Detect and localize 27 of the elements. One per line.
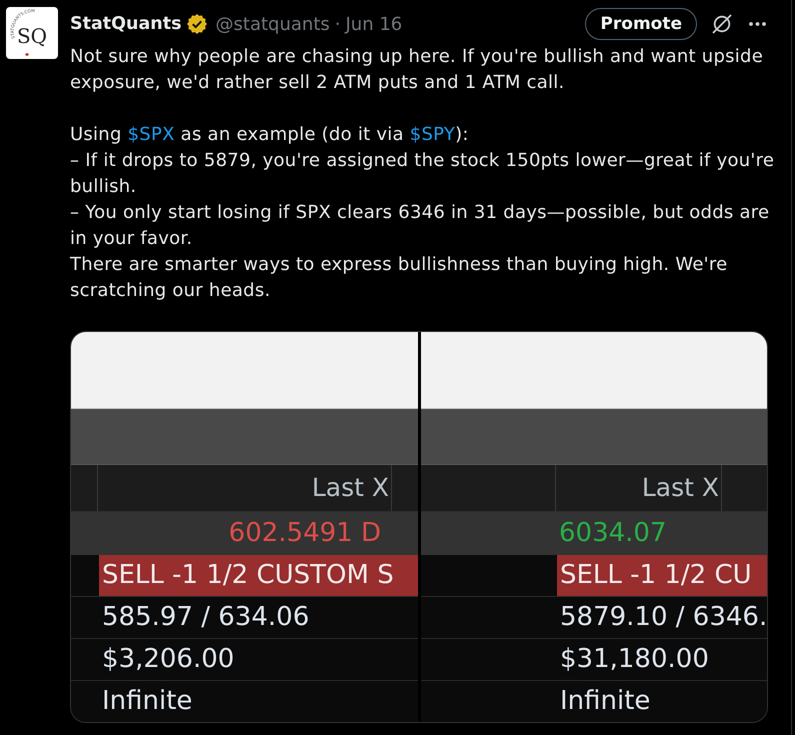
post-text: Not sure why people are chasing up here. If you're bullish and want upside exposure, we'd rather sell 2 ATM puts and 1 ATM call.	[70, 45, 764, 95]
separator-dot: ·	[334, 14, 340, 34]
post-text: – You only start losing if SPX clears 6346 in 31 days—possible, but odds are in your favor.	[70, 201, 770, 251]
table-cell-text: 5879.10 / 6346.	[559, 601, 767, 634]
column-header: Last X	[555, 465, 722, 511]
post-text: There are smarter ways to express bullishness than buying high. We're scratching our heads.	[70, 253, 728, 303]
more-icon[interactable]	[749, 22, 766, 26]
post-date[interactable]: Jun 16	[346, 14, 402, 34]
cashtag-link[interactable]: $SPX	[128, 124, 175, 145]
author-name[interactable]: StatQuants	[70, 14, 182, 34]
price-text: 6034.07	[558, 517, 668, 550]
promote-button[interactable]: Promote	[585, 8, 697, 40]
table-cell-text: Infinite	[101, 685, 194, 718]
drop-icon	[25, 53, 29, 56]
table-cell-text: 585.97 / 634.06	[101, 601, 310, 634]
post-text: – If it drops to 5879, you're assigned the stock 150pts lower—great if you're bullish.	[70, 149, 776, 199]
author-handle[interactable]: @statquants	[216, 14, 330, 34]
order-cell: SELL -1 1/2 CUSTOM S	[99, 555, 418, 596]
table-cell-text: $3,206.00	[101, 643, 236, 676]
price-text: 602.5491 D	[228, 517, 382, 550]
table-cell-text: $31,180.00	[559, 643, 710, 676]
slashed-circle-icon[interactable]	[711, 13, 733, 35]
post-text: Using $SPX as an example (do it via $SPY):	[70, 123, 470, 147]
table-cell-text: Infinite	[559, 685, 652, 718]
cashtag-link[interactable]: $SPY	[410, 124, 456, 145]
column-header: Last X	[97, 465, 392, 511]
order-cell: SELL -1 1/2 CU	[557, 555, 767, 596]
